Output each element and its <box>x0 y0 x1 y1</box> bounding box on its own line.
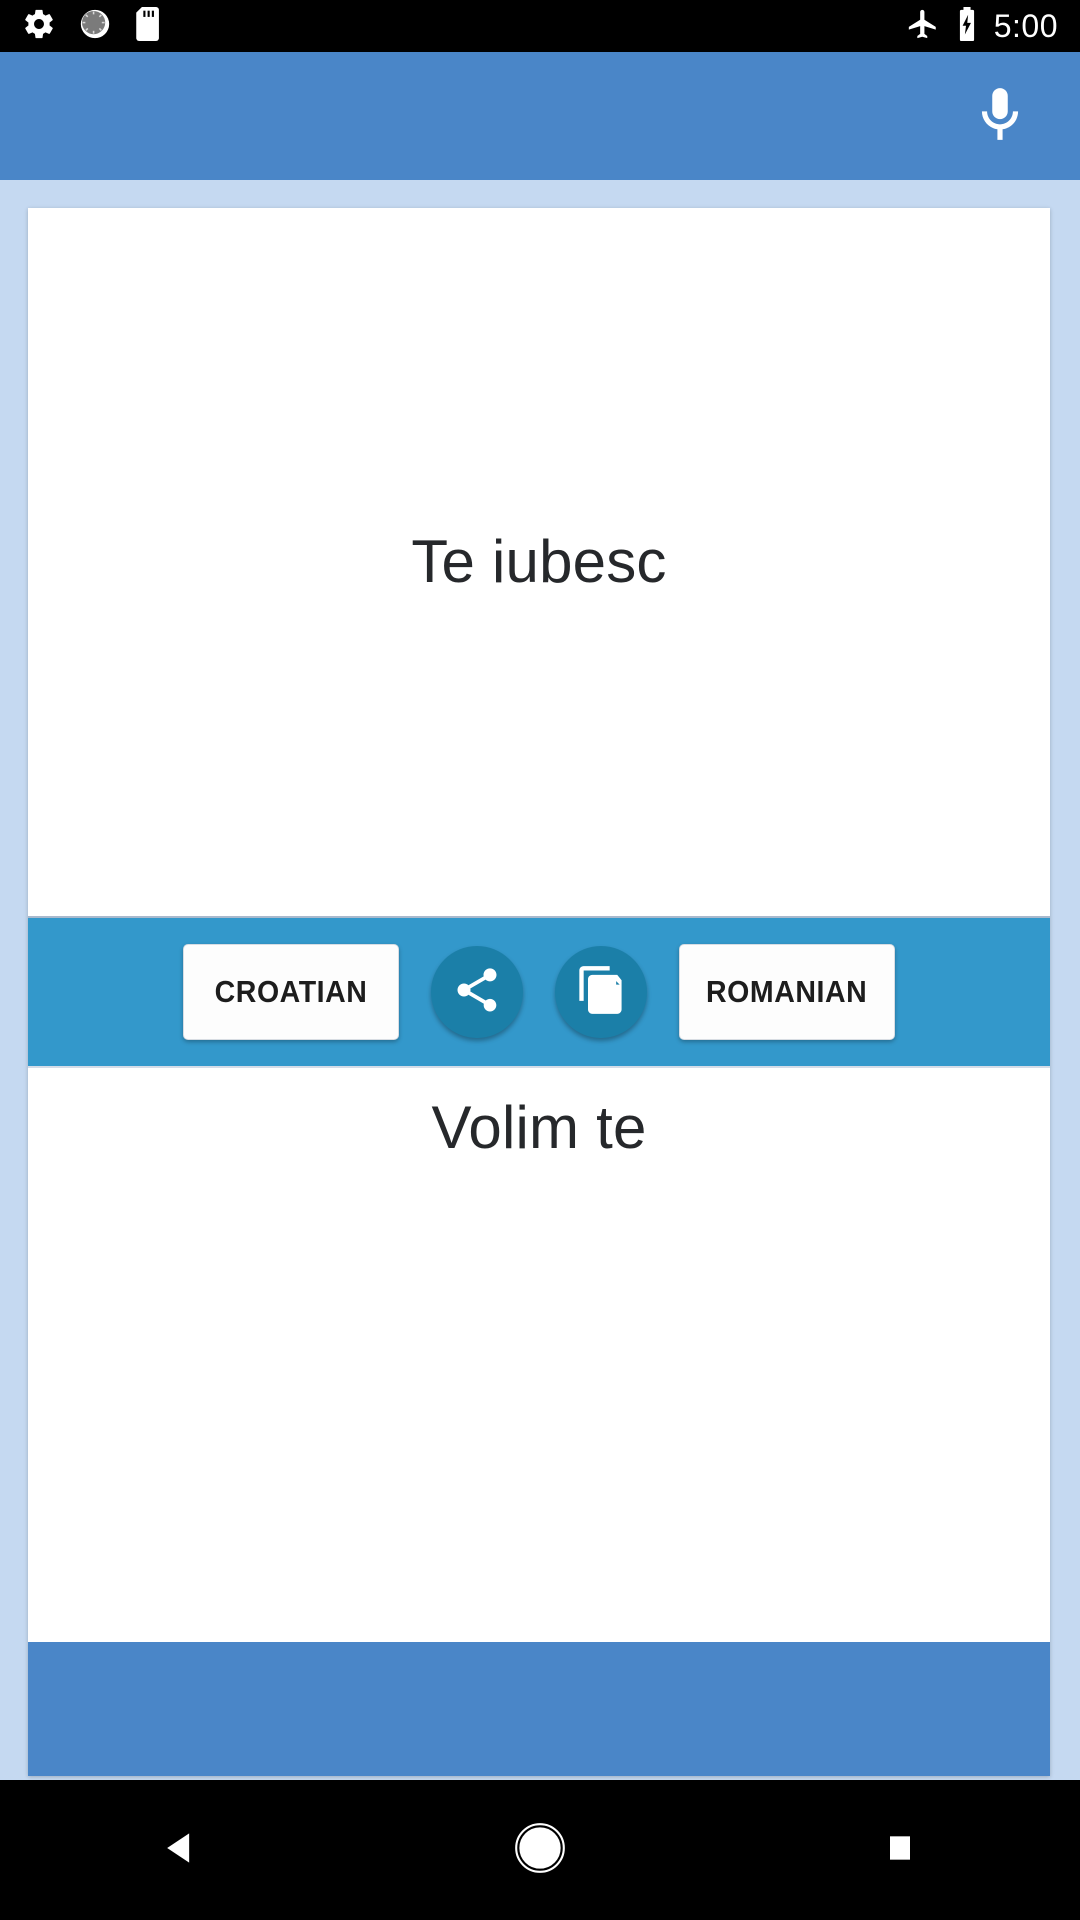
status-bar-left-icons <box>22 6 164 46</box>
source-text-pane[interactable]: Te iubesc <box>28 208 1050 916</box>
back-triangle-icon <box>158 1826 202 1875</box>
nav-back-button[interactable] <box>110 1780 250 1920</box>
copy-button[interactable] <box>555 946 647 1038</box>
nav-recents-button[interactable] <box>830 1780 970 1920</box>
status-bar-clock: 5:00 <box>993 8 1058 44</box>
language-toolbar: CROATIAN ROMANIAN <box>28 916 1050 1068</box>
microphone-button[interactable] <box>960 76 1040 156</box>
microphone-icon <box>969 83 1031 150</box>
copy-documents-icon <box>575 964 627 1021</box>
target-text: Volim te <box>431 1094 647 1161</box>
app-bar <box>0 52 1080 180</box>
source-language-button[interactable]: CROATIAN <box>183 944 399 1040</box>
share-button[interactable] <box>431 946 523 1038</box>
share-icon <box>451 964 503 1021</box>
source-language-label: CROATIAN <box>214 974 368 1009</box>
nav-home-button[interactable] <box>470 1780 610 1920</box>
target-language-label: ROMANIAN <box>706 974 868 1009</box>
sd-card-icon <box>134 6 164 46</box>
card-footer-band <box>28 1642 1050 1776</box>
status-bar-right-icons: 5:00 <box>906 6 1058 46</box>
source-text: Te iubesc <box>411 528 667 595</box>
recents-square-icon <box>880 1828 920 1873</box>
translation-card: Te iubesc CROATIAN ROMANIAN Volim te <box>28 208 1050 1776</box>
dial-circle-icon <box>78 7 112 46</box>
target-text-pane[interactable]: Volim te <box>28 1068 1050 1642</box>
home-circle-icon <box>512 1820 568 1881</box>
battery-charging-icon <box>956 6 978 46</box>
settings-gear-icon <box>22 7 56 46</box>
airplane-mode-icon <box>906 7 940 46</box>
android-navigation-bar <box>0 1780 1080 1920</box>
phone-screen: 5:00 Te iubesc CROATIAN ROMANIAN Volim t… <box>0 0 1080 1920</box>
target-language-button[interactable]: ROMANIAN <box>679 944 895 1040</box>
status-bar: 5:00 <box>0 0 1080 52</box>
